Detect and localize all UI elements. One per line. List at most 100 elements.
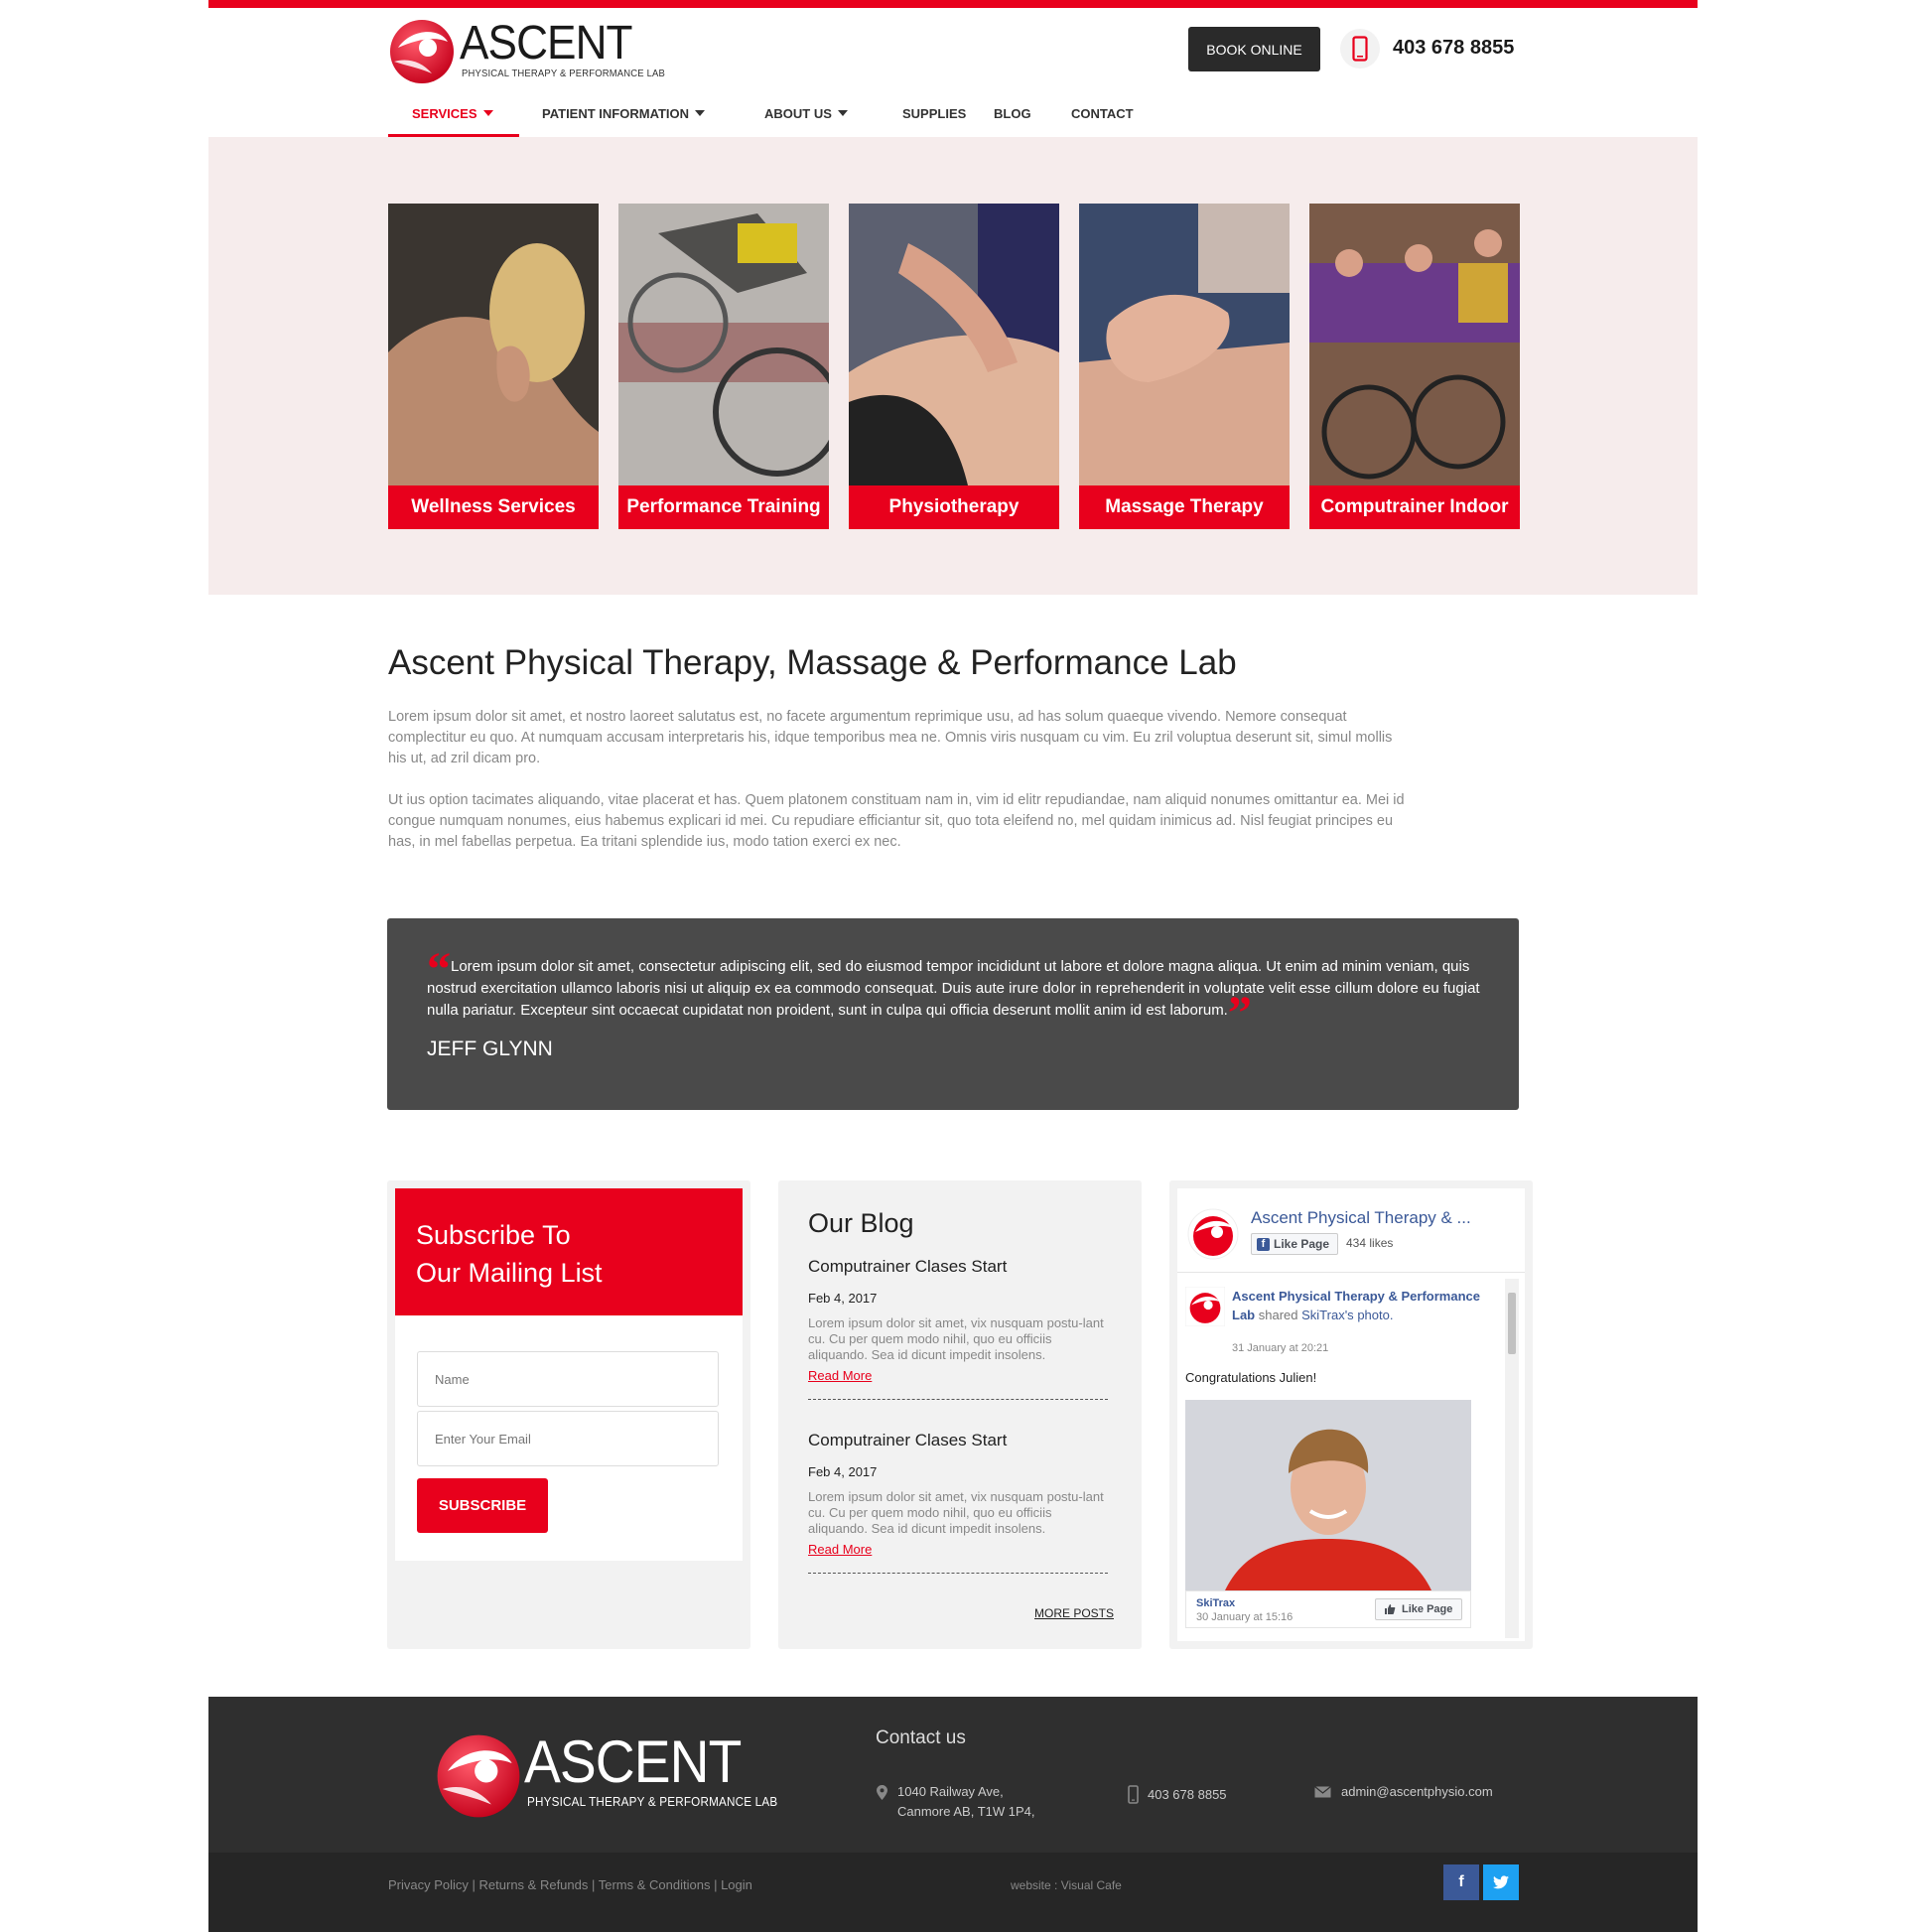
source-like-page-button[interactable]: Like Page bbox=[1375, 1598, 1462, 1620]
testimonial-author: JEFF GLYNN bbox=[427, 1037, 553, 1060]
poster-avatar-icon[interactable] bbox=[1185, 1287, 1225, 1326]
facebook-panel: Ascent Physical Therapy & ... f Like Page… bbox=[1169, 1180, 1533, 1649]
footer-bottom-bar: Privacy Policy | Returns & Refunds | Ter… bbox=[208, 1853, 1698, 1932]
scrollbar-thumb[interactable] bbox=[1508, 1293, 1516, 1354]
facebook-like-page-button[interactable]: f Like Page bbox=[1251, 1233, 1338, 1255]
service-card-computrainer-indoor[interactable]: Computrainer Indoor bbox=[1309, 204, 1520, 529]
service-card-physiotherapy[interactable]: Physiotherapy bbox=[849, 204, 1059, 529]
footer-phone[interactable]: 403 678 8855 bbox=[1148, 1785, 1227, 1805]
service-image bbox=[849, 204, 1059, 485]
intro-title: Ascent Physical Therapy, Massage & Perfo… bbox=[388, 643, 1237, 682]
blog-post: Computrainer Clases Start Feb 4, 2017 Lo… bbox=[808, 1431, 1108, 1574]
subscribe-title-line: Subscribe To bbox=[416, 1220, 571, 1250]
footer-address: 1040 Railway Ave, Canmore AB, T1W 1P4, bbox=[897, 1782, 1035, 1822]
shared-from[interactable]: SkiTrax's bbox=[1301, 1308, 1354, 1322]
logo[interactable]: ASCENT PHYSICAL THERAPY & PERFORMANCE LA… bbox=[388, 17, 665, 87]
logo-mark-icon bbox=[390, 20, 454, 83]
nav-item-label: SUPPLIES bbox=[902, 106, 967, 121]
post-source: SkiTrax 30 January at 15:16 Like Page bbox=[1185, 1590, 1471, 1628]
subscribe-panel: Subscribe To Our Mailing List SUBSCRIBE bbox=[387, 1180, 750, 1649]
envelope-icon bbox=[1314, 1786, 1331, 1798]
read-more-link[interactable]: Read More bbox=[808, 1368, 872, 1383]
service-card-performance-training[interactable]: Performance Training bbox=[618, 204, 829, 529]
post-excerpt: Lorem ipsum dolor sit amet, vix nusquam … bbox=[808, 1489, 1104, 1536]
blog-title: Our Blog bbox=[808, 1208, 914, 1238]
close-quote-icon: ” bbox=[1227, 987, 1252, 1039]
subscribe-header: Subscribe To Our Mailing List bbox=[395, 1188, 743, 1315]
caret-down-icon bbox=[837, 110, 848, 116]
footer: ASCENT PHYSICAL THERAPY & PERFORMANCE LA… bbox=[208, 1697, 1698, 1853]
page: ASCENT PHYSICAL THERAPY & PERFORMANCE LA… bbox=[208, 0, 1698, 1932]
post-title[interactable]: Computrainer Clases Start bbox=[808, 1257, 1108, 1277]
link-separator: | bbox=[710, 1877, 722, 1892]
facebook-feed[interactable]: Ascent Physical Therapy & Performance La… bbox=[1177, 1272, 1525, 1641]
intro-paragraph: Lorem ipsum dolor sit amet, et nostro la… bbox=[388, 709, 1393, 766]
twitter-icon[interactable] bbox=[1483, 1864, 1519, 1900]
read-more-link[interactable]: Read More bbox=[808, 1542, 872, 1557]
post-date: Feb 4, 2017 bbox=[808, 1291, 878, 1306]
terms-conditions-link[interactable]: Terms & Conditions bbox=[599, 1877, 711, 1892]
testimonial-quote: “Lorem ipsum dolor sit amet, consectetur… bbox=[427, 946, 1499, 1037]
footer-email[interactable]: admin@ascentphysio.com bbox=[1341, 1782, 1493, 1802]
logo-wordmark: ASCENT bbox=[460, 17, 633, 69]
logo-tagline: PHYSICAL THERAPY & PERFORMANCE LAB bbox=[462, 68, 665, 79]
top-accent-bar bbox=[208, 0, 1698, 8]
name-field[interactable] bbox=[417, 1351, 719, 1407]
feed-scrollbar[interactable] bbox=[1505, 1279, 1519, 1638]
email-field[interactable] bbox=[417, 1411, 719, 1466]
subscribe-title-line: Our Mailing List bbox=[416, 1258, 603, 1288]
link-separator: | bbox=[588, 1877, 599, 1892]
service-label: Performance Training bbox=[618, 485, 829, 529]
mobile-phone-icon bbox=[1128, 1785, 1139, 1804]
facebook-page-name[interactable]: Ascent Physical Therapy & ... bbox=[1251, 1208, 1471, 1228]
logo-tagline: PHYSICAL THERAPY & PERFORMANCE LAB bbox=[527, 1794, 778, 1809]
facebook-widget: Ascent Physical Therapy & ... f Like Page… bbox=[1177, 1188, 1525, 1641]
post-excerpt: Lorem ipsum dolor sit amet, vix nusquam … bbox=[808, 1315, 1104, 1362]
logo-mark-icon bbox=[437, 1734, 520, 1818]
site-credit[interactable]: website : Visual Cafe bbox=[1011, 1878, 1122, 1892]
facebook-icon[interactable]: f bbox=[1443, 1864, 1479, 1900]
service-image bbox=[1309, 204, 1520, 485]
caret-down-icon bbox=[695, 110, 706, 116]
post-time[interactable]: 31 January at 20:21 bbox=[1232, 1342, 1328, 1354]
more-posts-link[interactable]: MORE POSTS bbox=[1034, 1606, 1114, 1620]
caret-down-icon bbox=[482, 110, 493, 116]
source-name[interactable]: SkiTrax bbox=[1196, 1597, 1235, 1609]
nav-item-label: BLOG bbox=[994, 106, 1031, 121]
facebook-like-count: 434 likes bbox=[1346, 1236, 1394, 1250]
login-link[interactable]: Login bbox=[721, 1877, 752, 1892]
testimonial-text: Lorem ipsum dolor sit amet, consectetur … bbox=[427, 958, 1480, 1019]
service-image bbox=[1079, 204, 1290, 485]
page-avatar-icon[interactable] bbox=[1187, 1208, 1239, 1260]
service-card-massage-therapy[interactable]: Massage Therapy bbox=[1079, 204, 1290, 529]
subscribe-button[interactable]: SUBSCRIBE bbox=[417, 1478, 548, 1533]
source-time: 30 January at 15:16 bbox=[1196, 1611, 1293, 1623]
mobile-phone-icon bbox=[1340, 29, 1380, 69]
address-line: 1040 Railway Ave, bbox=[897, 1784, 1004, 1799]
returns-refunds-link[interactable]: Returns & Refunds bbox=[479, 1877, 589, 1892]
logo-wordmark: ASCENT bbox=[524, 1728, 742, 1795]
post-title[interactable]: Computrainer Clases Start bbox=[808, 1431, 1108, 1450]
post-message: Congratulations Julien! bbox=[1185, 1370, 1317, 1385]
service-label: Computrainer Indoor bbox=[1309, 485, 1520, 529]
service-label: Massage Therapy bbox=[1079, 485, 1290, 529]
nav-item-label: PATIENT INFORMATION bbox=[542, 106, 690, 121]
facebook-post-header: Ascent Physical Therapy & Performance La… bbox=[1232, 1287, 1480, 1324]
map-pin-icon bbox=[877, 1785, 887, 1800]
footer-logo[interactable]: ASCENT PHYSICAL THERAPY & PERFORMANCE LA… bbox=[435, 1728, 777, 1822]
link-separator: | bbox=[468, 1877, 479, 1892]
header-phone-number[interactable]: 403 678 8855 bbox=[1393, 37, 1514, 60]
service-card-wellness[interactable]: Wellness Services bbox=[388, 204, 599, 529]
blog-post: Computrainer Clases Start Feb 4, 2017 Lo… bbox=[808, 1257, 1108, 1400]
shared-object[interactable]: photo. bbox=[1357, 1308, 1393, 1322]
like-label: Like Page bbox=[1274, 1237, 1330, 1251]
post-divider bbox=[808, 1399, 1108, 1400]
privacy-policy-link[interactable]: Privacy Policy bbox=[388, 1877, 469, 1892]
thumbs-up-icon bbox=[1385, 1604, 1396, 1614]
post-action: shared bbox=[1258, 1308, 1298, 1322]
post-photo[interactable] bbox=[1185, 1400, 1471, 1590]
like-label: Like Page bbox=[1402, 1603, 1453, 1615]
address-line: Canmore AB, T1W 1P4, bbox=[897, 1804, 1035, 1819]
blog-panel: Our Blog Computrainer Clases Start Feb 4… bbox=[778, 1180, 1142, 1649]
book-online-button[interactable]: BOOK ONLINE bbox=[1188, 27, 1320, 71]
